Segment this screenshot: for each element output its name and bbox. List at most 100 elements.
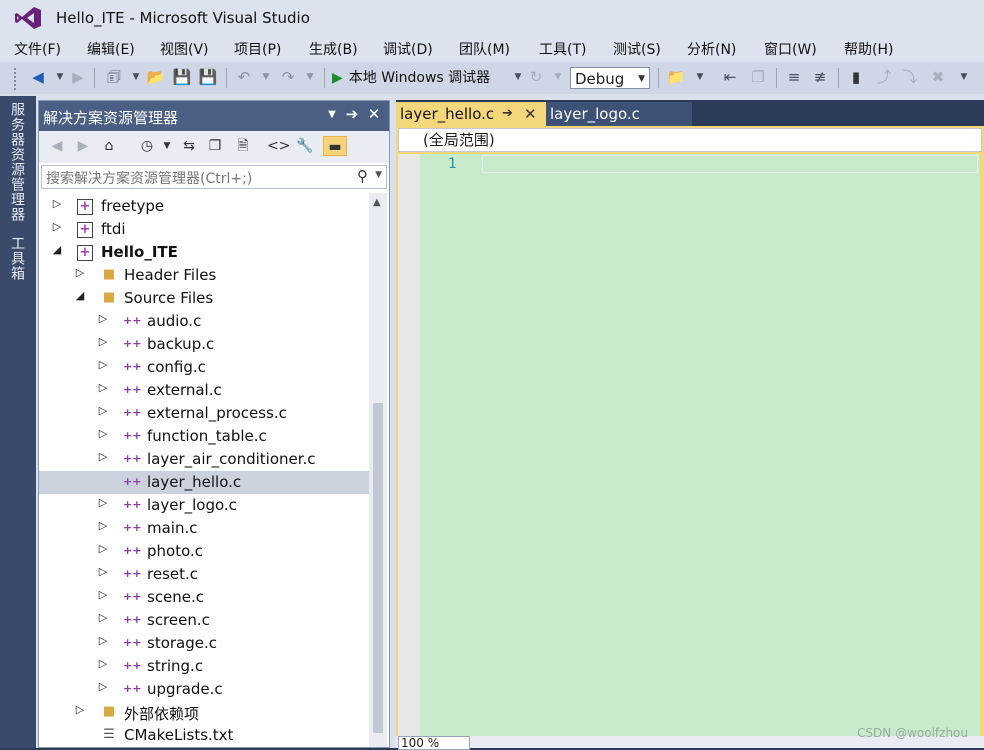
undo-dropdown-icon[interactable]: ▼ [256,67,276,87]
collapsed-arrow-icon[interactable]: ▷ [97,404,109,417]
toolbar-grip[interactable] [14,68,20,90]
new-dropdown-icon[interactable]: ▼ [126,67,146,87]
home-icon[interactable]: ⌂ [99,136,119,156]
tree-item[interactable]: ▷ ■ 外部依赖项 [39,701,369,724]
overflow-icon[interactable]: ▼ [690,67,710,87]
tree-item[interactable]: ▷ ++ layer_logo.c [39,494,369,517]
collapsed-arrow-icon[interactable]: ▷ [97,611,109,624]
close-icon[interactable]: ✕ [365,105,383,123]
bookmark-icon[interactable]: ▮ [846,67,866,87]
back-icon[interactable]: ◀ [28,67,48,87]
back-dropdown-icon[interactable]: ▼ [50,67,70,87]
redo-dropdown-icon[interactable]: ▼ [300,67,320,87]
comment-lines-icon[interactable]: ≡ [784,67,804,87]
pin-icon[interactable]: ➔ [343,105,361,123]
tree-item[interactable]: ◢ + Hello_ITE [39,241,369,264]
menu-edit[interactable]: 编辑(E) [87,39,135,59]
show-all-files-icon[interactable]: 🗎 [233,136,253,156]
menu-view[interactable]: 视图(V) [160,39,209,59]
tree-item[interactable]: ▷ ++ external_process.c [39,402,369,425]
tree-item[interactable]: ▷ ++ reset.c [39,563,369,586]
menu-tools[interactable]: 工具(T) [539,39,586,59]
expanded-arrow-icon[interactable]: ◢ [74,289,86,302]
tree-item[interactable]: ▷ ++ scene.c [39,586,369,609]
collapsed-arrow-icon[interactable]: ▷ [97,542,109,555]
tree-item[interactable]: ▷ ++ main.c [39,517,369,540]
window-position-dropdown-icon[interactable]: ▼ [323,109,341,120]
collapsed-arrow-icon[interactable]: ▷ [97,450,109,463]
menu-team[interactable]: 团队(M) [459,39,510,59]
view-code-icon[interactable]: <> [267,136,290,156]
properties-wrench-icon[interactable]: 🔧 [295,136,315,156]
solution-configuration-select[interactable]: Debug ▼ [570,67,650,89]
scroll-thumb[interactable] [373,403,383,733]
search-icon[interactable]: ⚲ [357,167,368,185]
menu-project[interactable]: 项目(P) [234,39,281,59]
tree-item[interactable]: ▷ ++ layer_air_conditioner.c [39,448,369,471]
collapsed-arrow-icon[interactable]: ▷ [97,335,109,348]
tree-item[interactable]: ▷ ++ external.c [39,379,369,402]
tree-item[interactable]: ▷ ++ string.c [39,655,369,678]
tree-item[interactable]: ▷ ++ config.c [39,356,369,379]
next-bookmark-icon[interactable]: ⤵ [900,67,920,87]
tree-item[interactable]: ▷ + ftdi [39,218,369,241]
collapsed-arrow-icon[interactable]: ▷ [97,427,109,440]
forward-icon[interactable]: ▶ [73,136,93,156]
new-project-icon[interactable]: 🗊 [104,67,124,87]
menu-help[interactable]: 帮助(H) [844,39,893,59]
tree-item[interactable]: ▷ ++ backup.c [39,333,369,356]
collapsed-arrow-icon[interactable]: ▷ [74,703,86,716]
pin-tab-icon[interactable]: ➔ [502,102,513,126]
clear-bookmarks-icon[interactable]: ✖ [928,67,948,87]
toolbar-overflow-icon[interactable]: ▼ [954,67,974,87]
expanded-arrow-icon[interactable]: ◢ [51,243,63,256]
undo-icon[interactable]: ↶ [234,67,254,87]
code-text-area[interactable] [478,154,980,736]
preview-selected-items-icon[interactable]: ▬ [323,136,347,156]
server-explorer-tab[interactable]: 服务器资源管理器 [9,102,27,222]
tree-scrollbar[interactable]: ▲ [369,193,387,747]
menu-file[interactable]: 文件(F) [14,39,61,59]
collapsed-arrow-icon[interactable]: ▷ [97,496,109,509]
menu-build[interactable]: 生成(B) [309,39,358,59]
tree-item[interactable]: ++ layer_hello.c [39,471,369,494]
tree-item[interactable]: ☰ CMakeLists.txt [39,724,369,747]
tree-item[interactable]: ◢ ■ Source Files [39,287,369,310]
collapsed-arrow-icon[interactable]: ▷ [97,634,109,647]
collapsed-arrow-icon[interactable]: ▷ [97,381,109,394]
scroll-up-icon[interactable]: ▲ [373,197,381,208]
tree-item[interactable]: ▷ ++ function_table.c [39,425,369,448]
find-in-files-icon[interactable]: 📁 [666,67,686,87]
tree-item[interactable]: ▷ ++ audio.c [39,310,369,333]
tab-layer-logo[interactable]: layer_logo.c [546,102,692,126]
collapsed-arrow-icon[interactable]: ▷ [97,657,109,670]
collapsed-arrow-icon[interactable]: ▷ [74,266,86,279]
collapsed-arrow-icon[interactable]: ▷ [97,312,109,325]
scope-navigation-bar[interactable]: (全局范围) [398,128,982,152]
refresh-dropdown-icon[interactable]: ▼ [548,67,568,87]
refresh-icon[interactable]: ↻ [526,67,546,87]
menu-debug[interactable]: 调试(D) [383,39,433,59]
copy-icon[interactable]: ❐ [748,67,768,87]
solution-search-input[interactable]: 搜索解决方案资源管理器(Ctrl+;) ⚲ ▼ [41,165,387,189]
tab-layer-hello[interactable]: layer_hello.c ➔ ✕ [396,102,546,126]
collapsed-arrow-icon[interactable]: ▷ [51,220,63,233]
toolbox-tab[interactable]: 工具箱 [9,236,27,281]
tree-item[interactable]: ▷ ■ Header Files [39,264,369,287]
history-dropdown-icon[interactable]: ▼ [157,136,177,156]
tree-item[interactable]: ▷ + freetype [39,195,369,218]
tree-item[interactable]: ▷ ++ storage.c [39,632,369,655]
tree-item[interactable]: ▷ ++ upgrade.c [39,678,369,701]
collapsed-arrow-icon[interactable]: ▷ [97,519,109,532]
menu-test[interactable]: 测试(S) [613,39,661,59]
history-icon[interactable]: ◷ [137,136,157,156]
menu-analyze[interactable]: 分析(N) [687,39,736,59]
collapsed-arrow-icon[interactable]: ▷ [97,680,109,693]
search-options-dropdown-icon[interactable]: ▼ [375,170,382,180]
save-icon[interactable]: 💾 [172,67,192,87]
sync-icon[interactable]: ⇆ [179,136,199,156]
redo-icon[interactable]: ↷ [278,67,298,87]
open-file-icon[interactable]: 📂 [146,67,166,87]
indicator-margin[interactable] [398,154,420,736]
tree-item[interactable]: ▷ ++ screen.c [39,609,369,632]
